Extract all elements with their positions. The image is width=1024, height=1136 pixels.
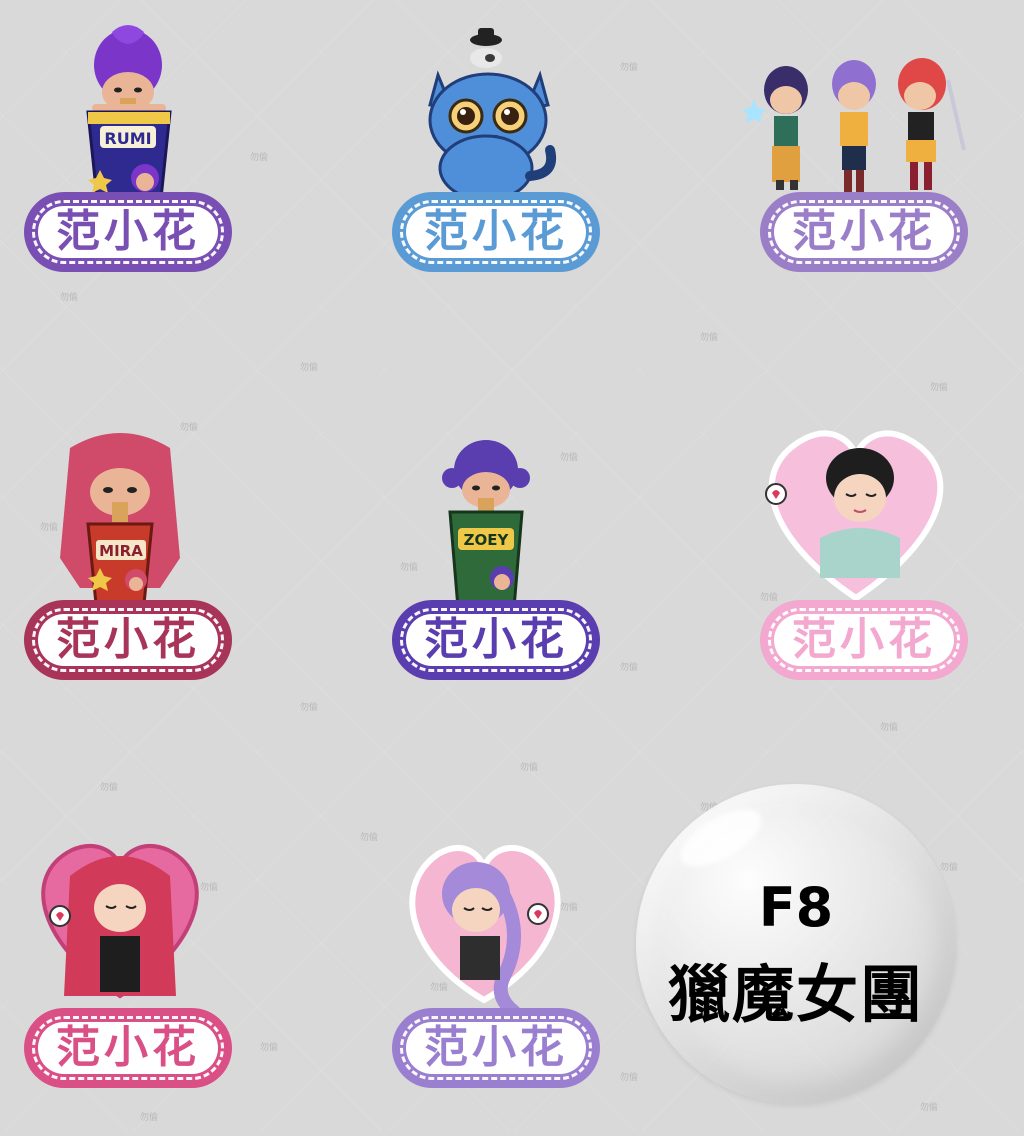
name-tag-heart-black-hair: 范小花 <box>760 600 968 680</box>
watermark-text: 勿偷 <box>100 783 119 793</box>
watermark-text: 勿偷 <box>920 1103 939 1113</box>
heart-portrait-icon <box>41 844 199 999</box>
name-tag-text: 范小花 <box>424 1022 568 1073</box>
heart-portrait-icon <box>765 430 944 602</box>
sticker-heart-black-hair[interactable]: 范小花 <box>736 428 976 728</box>
name-tag-mira: 范小花 <box>24 600 232 680</box>
noodle-cup-girl-icon: RUMI <box>86 25 172 210</box>
watermark-text: 勿偷 <box>300 363 319 373</box>
watermark-text: 勿偷 <box>620 1073 639 1083</box>
bubble-title: F8 <box>758 876 834 939</box>
watermark-text: 勿偷 <box>700 333 719 343</box>
heart-portrait-icon <box>409 845 561 1019</box>
name-tag-rumi: 范小花 <box>24 192 232 272</box>
watermark-text: 勿偷 <box>260 1043 279 1053</box>
sticker-mira[interactable]: MIRA 范小花 <box>0 428 240 728</box>
name-tag-text: 范小花 <box>56 614 200 665</box>
noodle-cup-girl-icon: MIRA <box>60 433 180 606</box>
watermark-text: 勿偷 <box>940 863 959 873</box>
three-girls-icon <box>742 58 966 192</box>
name-tag-text: 范小花 <box>56 206 200 257</box>
watermark-text: 勿偷 <box>930 383 949 393</box>
svg-text:RUMI: RUMI <box>104 129 151 148</box>
sticker-heart-purple-braid[interactable]: 范小花 <box>368 836 608 1136</box>
watermark-text: 勿偷 <box>620 63 639 73</box>
noodle-cup-girl-icon: ZOEY <box>442 440 530 610</box>
svg-text:MIRA: MIRA <box>99 542 143 560</box>
name-tag-text: 范小花 <box>792 614 936 665</box>
sticker-rumi[interactable]: RUMI 范小花 <box>0 20 240 320</box>
watermark-text: 勿偷 <box>620 663 639 673</box>
name-tag-text: 范小花 <box>424 206 568 257</box>
sticker-zoey[interactable]: ZOEY 范小花 <box>368 428 608 728</box>
name-tag-trio-girls: 范小花 <box>760 192 968 272</box>
name-tag-heart-red-hair: 范小花 <box>24 1008 232 1088</box>
watermark-text: 勿偷 <box>250 153 269 163</box>
sticker-heart-red-hair[interactable]: 范小花 <box>0 836 240 1136</box>
name-tag-heart-purple-braid: 范小花 <box>392 1008 600 1088</box>
watermark-text: 勿偷 <box>300 703 319 713</box>
name-tag-text: 范小花 <box>424 614 568 665</box>
name-tag-text: 范小花 <box>56 1022 200 1073</box>
sticker-trio-girls[interactable]: 范小花 <box>736 20 976 320</box>
name-tag-text: 范小花 <box>792 206 936 257</box>
sticker-blue-cat[interactable]: 范小花 <box>368 20 608 320</box>
name-tag-blue-cat: 范小花 <box>392 192 600 272</box>
svg-text:ZOEY: ZOEY <box>464 531 510 549</box>
blue-cat-icon <box>428 28 556 202</box>
bubble-subtitle: 獵魔女團 <box>667 958 924 1031</box>
title-bubble: F8 獵魔女團 <box>636 784 956 1104</box>
name-tag-zoey: 范小花 <box>392 600 600 680</box>
watermark-text: 勿偷 <box>520 763 539 773</box>
